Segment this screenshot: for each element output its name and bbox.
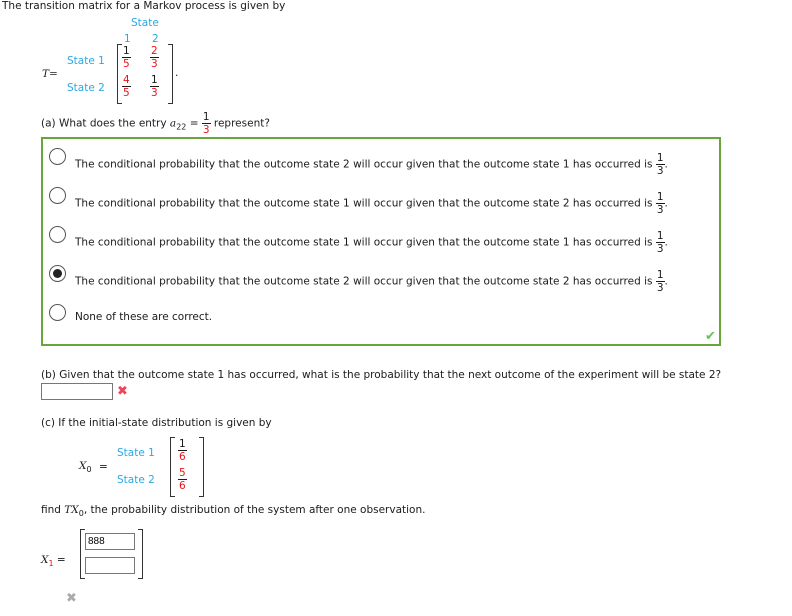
x0-row-label-1: State 1 [117,447,155,459]
option-2-fraction: 13 [655,191,665,216]
option-4-radio-selected[interactable] [49,265,66,282]
x1-state-2-input[interactable] [85,557,135,574]
x0-symbol: X0 [79,460,92,475]
matrix-col-label-1: 1 [124,33,131,45]
incorrect-x-icon: ✖ [117,384,128,399]
matrix-row-label-1: State 1 [67,55,105,67]
x1-bracket-right [138,529,143,579]
x1-symbol: X1 = [41,554,66,569]
matrix-row-label-2: State 2 [67,82,105,94]
x0-entry-2: 56 [178,467,187,492]
intro-text: The transition matrix for a Markov proce… [2,0,286,12]
matrix-entry-1-1: 15 [122,45,131,70]
option-1-label: The conditional probability that the out… [75,158,653,171]
matrix-entry-1-2: 23 [150,45,159,70]
option-3-fraction: 13 [655,230,665,255]
matrix-bracket-right [168,44,173,104]
find-tx0-text: find TX0, the probability distribution o… [41,504,426,519]
option-4-label: The conditional probability that the out… [75,275,653,288]
x0-entry-1: 16 [178,438,187,463]
part-b-answer-input[interactable] [41,383,113,400]
part-c-question: (c) If the initial-state distribution is… [41,417,272,429]
option-5-label: None of these are correct. [75,311,213,323]
part-a-question: (a) What does the entry a22 = 13 represe… [41,111,270,136]
x0-bracket-right [199,437,204,497]
option-3-label: The conditional probability that the out… [75,236,653,249]
matrix-entry-2-1: 45 [122,74,131,99]
option-2-radio[interactable] [49,187,66,204]
option-2-label: The conditional probability that the out… [75,197,653,210]
part-b-question: (b) Given that the outcome state 1 has o… [41,369,722,381]
option-3-radio[interactable] [49,226,66,243]
x0-equals: = [99,461,108,473]
x1-state-1-input[interactable] [85,533,135,550]
x1-incorrect-x-icon: ✖ [66,591,77,606]
option-1-radio[interactable] [49,148,66,165]
x0-bracket-left [170,437,175,497]
matrix-symbol: T= [42,68,58,80]
matrix-entry-2-2: 13 [150,74,159,99]
matrix-col-label-2: 2 [152,33,159,45]
option-5-radio[interactable] [49,304,66,321]
matrix-header: State [131,17,159,29]
correct-check-icon: ✔ [705,329,716,344]
matrix-period: . [175,67,179,79]
a22-fraction: 13 [201,111,211,136]
option-1-fraction: 13 [655,152,665,177]
option-4-fraction: 13 [655,269,665,294]
x0-row-label-2: State 2 [117,474,155,486]
